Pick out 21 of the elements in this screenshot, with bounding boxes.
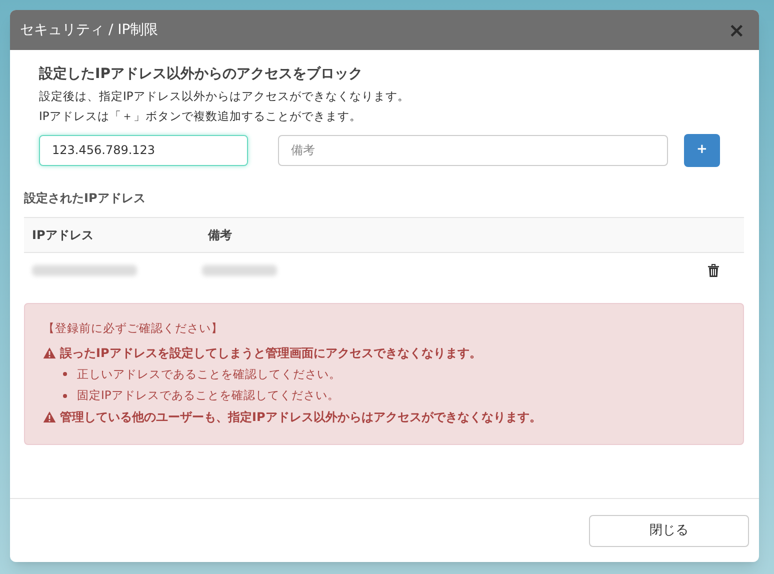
dialog-title: セキュリティ / IP制限 <box>20 20 158 40</box>
add-button[interactable]: + <box>684 134 720 166</box>
section-heading: 設定したIPアドレス以外からのアクセスをブロック <box>39 64 364 84</box>
warning-icon <box>43 346 56 359</box>
warning-text: 誤ったIPアドレスを設定してしまうと管理画面にアクセスできなくなります。 <box>60 344 482 362</box>
close-dialog-button[interactable]: 閉じる <box>589 514 749 546</box>
bullet-text: 固定IPアドレスであることを確認してください。 <box>77 387 340 404</box>
description-text: 設定後は、指定IPアドレス以外からはアクセスができなくなります。 <box>39 88 410 105</box>
ip-address-input[interactable]: 123.456.789.123 <box>39 134 248 166</box>
note-input[interactable]: 備考 <box>278 134 668 166</box>
trash-icon[interactable] <box>708 264 719 277</box>
bullet-icon <box>63 372 67 376</box>
list-title: 設定されたIPアドレス <box>24 190 146 206</box>
warning-text: 管理している他のユーザーも、指定IPアドレス以外からはアクセスができなくなります。 <box>60 409 542 426</box>
description-text: IPアドレスは「＋」ボタンで複数追加することができます。 <box>39 108 362 126</box>
column-header: 備考 <box>206 226 232 244</box>
bullet-text: 正しいアドレスであることを確認してください。 <box>77 366 341 383</box>
warning-icon <box>43 411 56 424</box>
bullet-icon <box>63 394 67 398</box>
alert-title: 【登録前に必ずご確認ください】 <box>43 320 224 336</box>
column-header: IPアドレス <box>31 226 94 244</box>
